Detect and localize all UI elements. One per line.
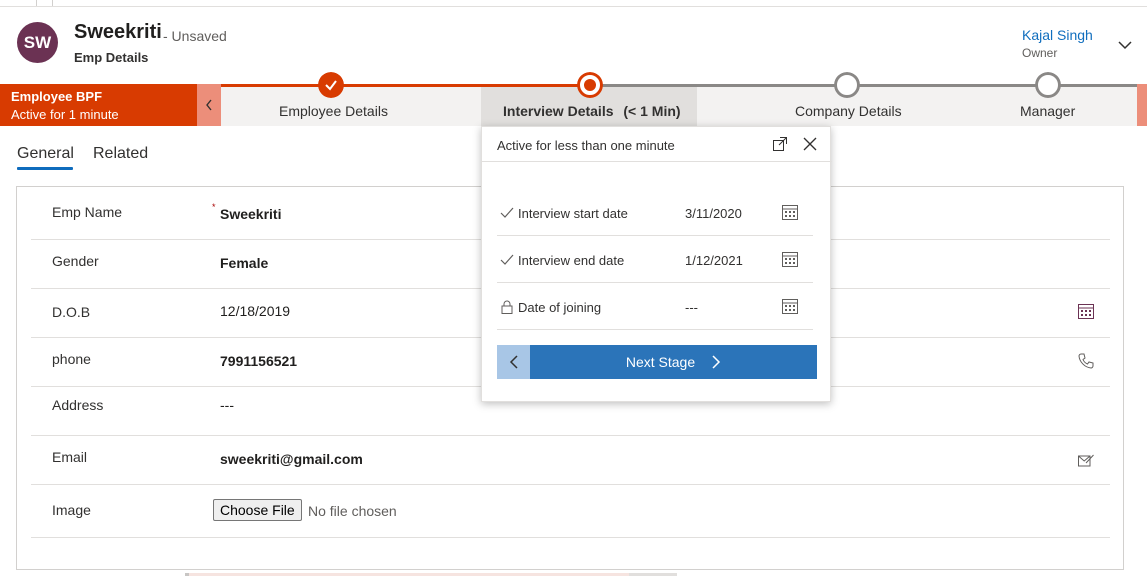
stage-label: Interview Details	[503, 103, 614, 119]
field-label: Gender	[52, 253, 99, 269]
next-stage-label: Next Stage	[625, 354, 696, 370]
field-label: D.O.B	[52, 304, 91, 320]
chevron-right-icon	[712, 355, 721, 369]
field-label: Address	[52, 397, 104, 413]
record-name: Sweekriti	[74, 21, 162, 43]
previous-stage-button[interactable]	[497, 345, 531, 379]
tab-general[interactable]: General	[17, 145, 74, 163]
owner-link[interactable]: Kajal Singh	[1022, 27, 1093, 43]
start-date-input[interactable]: 3/11/2020	[685, 206, 742, 221]
record-header: SW Sweekriti - Unsaved Emp Details Kajal…	[0, 7, 1147, 84]
stage-pending-icon[interactable]	[834, 72, 860, 98]
end-date-input[interactable]: 1/12/2021	[685, 253, 743, 268]
top-divider	[36, 0, 37, 6]
bpf-forward-edge[interactable]	[1137, 84, 1147, 126]
flyout-row-start-date: Interview start date 3/11/2020	[497, 189, 813, 236]
business-process-flow: Employee BPF Active for 1 minute Employe…	[0, 72, 1147, 126]
chevron-left-icon	[206, 99, 212, 111]
address-input[interactable]: ---	[220, 397, 234, 413]
divider	[482, 161, 832, 162]
calendar-icon[interactable]	[781, 203, 799, 221]
tab-related[interactable]: Related	[93, 145, 148, 163]
emp-name-input[interactable]: Sweekriti	[220, 206, 281, 222]
process-name-box[interactable]: Employee BPF Active for 1 minute	[0, 84, 197, 126]
calendar-icon[interactable]	[781, 297, 799, 315]
form-selector[interactable]: Emp Details	[74, 50, 148, 65]
field-label: Email	[52, 449, 88, 465]
stage-employee-details[interactable]: Employee Details	[279, 103, 388, 119]
check-icon	[500, 254, 514, 265]
date-of-joining-input[interactable]: ---	[685, 300, 698, 315]
flyout-field-label: Interview end date	[518, 253, 625, 268]
process-name: Employee BPF	[11, 89, 103, 104]
stage-manager[interactable]: Manager	[1020, 103, 1075, 119]
owner-label: Owner	[1022, 46, 1058, 60]
field-row-image: Image Choose File No file chosen	[31, 485, 1110, 538]
flyout-header: Active for less than one minute	[497, 138, 675, 153]
required-indicator: *	[212, 202, 216, 212]
chevron-down-icon[interactable]	[1117, 39, 1133, 51]
flyout-row-end-date: Interview end date 1/12/2021	[497, 236, 813, 283]
phone-input[interactable]: 7991156521	[220, 353, 297, 369]
flyout-row-date-of-joining: Date of joining ---	[497, 283, 813, 330]
bpf-back-button[interactable]	[197, 84, 221, 126]
lock-icon	[501, 300, 513, 314]
process-duration: Active for 1 minute	[11, 107, 119, 122]
gender-select[interactable]: Female	[220, 255, 268, 271]
field-label: phone	[52, 351, 91, 367]
file-status: No file chosen	[308, 503, 397, 519]
stage-interview-details[interactable]: Interview Details (< 1 Min)	[503, 103, 681, 119]
email-input[interactable]: sweekriti@gmail.com	[220, 451, 363, 467]
stage-duration: (< 1 Min)	[623, 103, 681, 119]
stage-pending-icon[interactable]	[1035, 72, 1061, 98]
calendar-icon[interactable]	[1077, 302, 1095, 320]
flyout-field-label: Interview start date	[518, 206, 628, 221]
close-icon[interactable]	[802, 136, 818, 152]
top-divider	[52, 0, 53, 6]
expand-icon[interactable]	[772, 136, 788, 152]
stage-active-icon[interactable]	[577, 72, 603, 98]
record-status: - Unsaved	[163, 28, 227, 44]
tab-selected-indicator	[17, 167, 73, 170]
flyout-field-label: Date of joining	[518, 300, 602, 315]
email-icon[interactable]	[1077, 451, 1095, 469]
stage-completed-check-icon[interactable]	[318, 72, 344, 98]
chevron-left-icon	[509, 355, 518, 369]
phone-icon[interactable]	[1077, 352, 1095, 370]
calendar-icon[interactable]	[781, 250, 799, 268]
field-label: Emp Name	[52, 204, 123, 220]
top-strip	[0, 0, 1147, 7]
next-stage-button[interactable]: Next Stage	[530, 345, 817, 379]
choose-file-button[interactable]: Choose File	[213, 499, 302, 521]
field-label: Image	[52, 502, 91, 518]
stage-flyout: Active for less than one minute Intervie…	[481, 126, 832, 402]
field-row-email: Email sweekriti@gmail.com	[31, 436, 1110, 485]
stage-company-details[interactable]: Company Details	[795, 103, 902, 119]
check-icon	[500, 207, 514, 218]
avatar: SW	[17, 22, 58, 63]
dob-input[interactable]: 12/18/2019	[220, 303, 290, 319]
progress-line-complete	[221, 84, 590, 87]
